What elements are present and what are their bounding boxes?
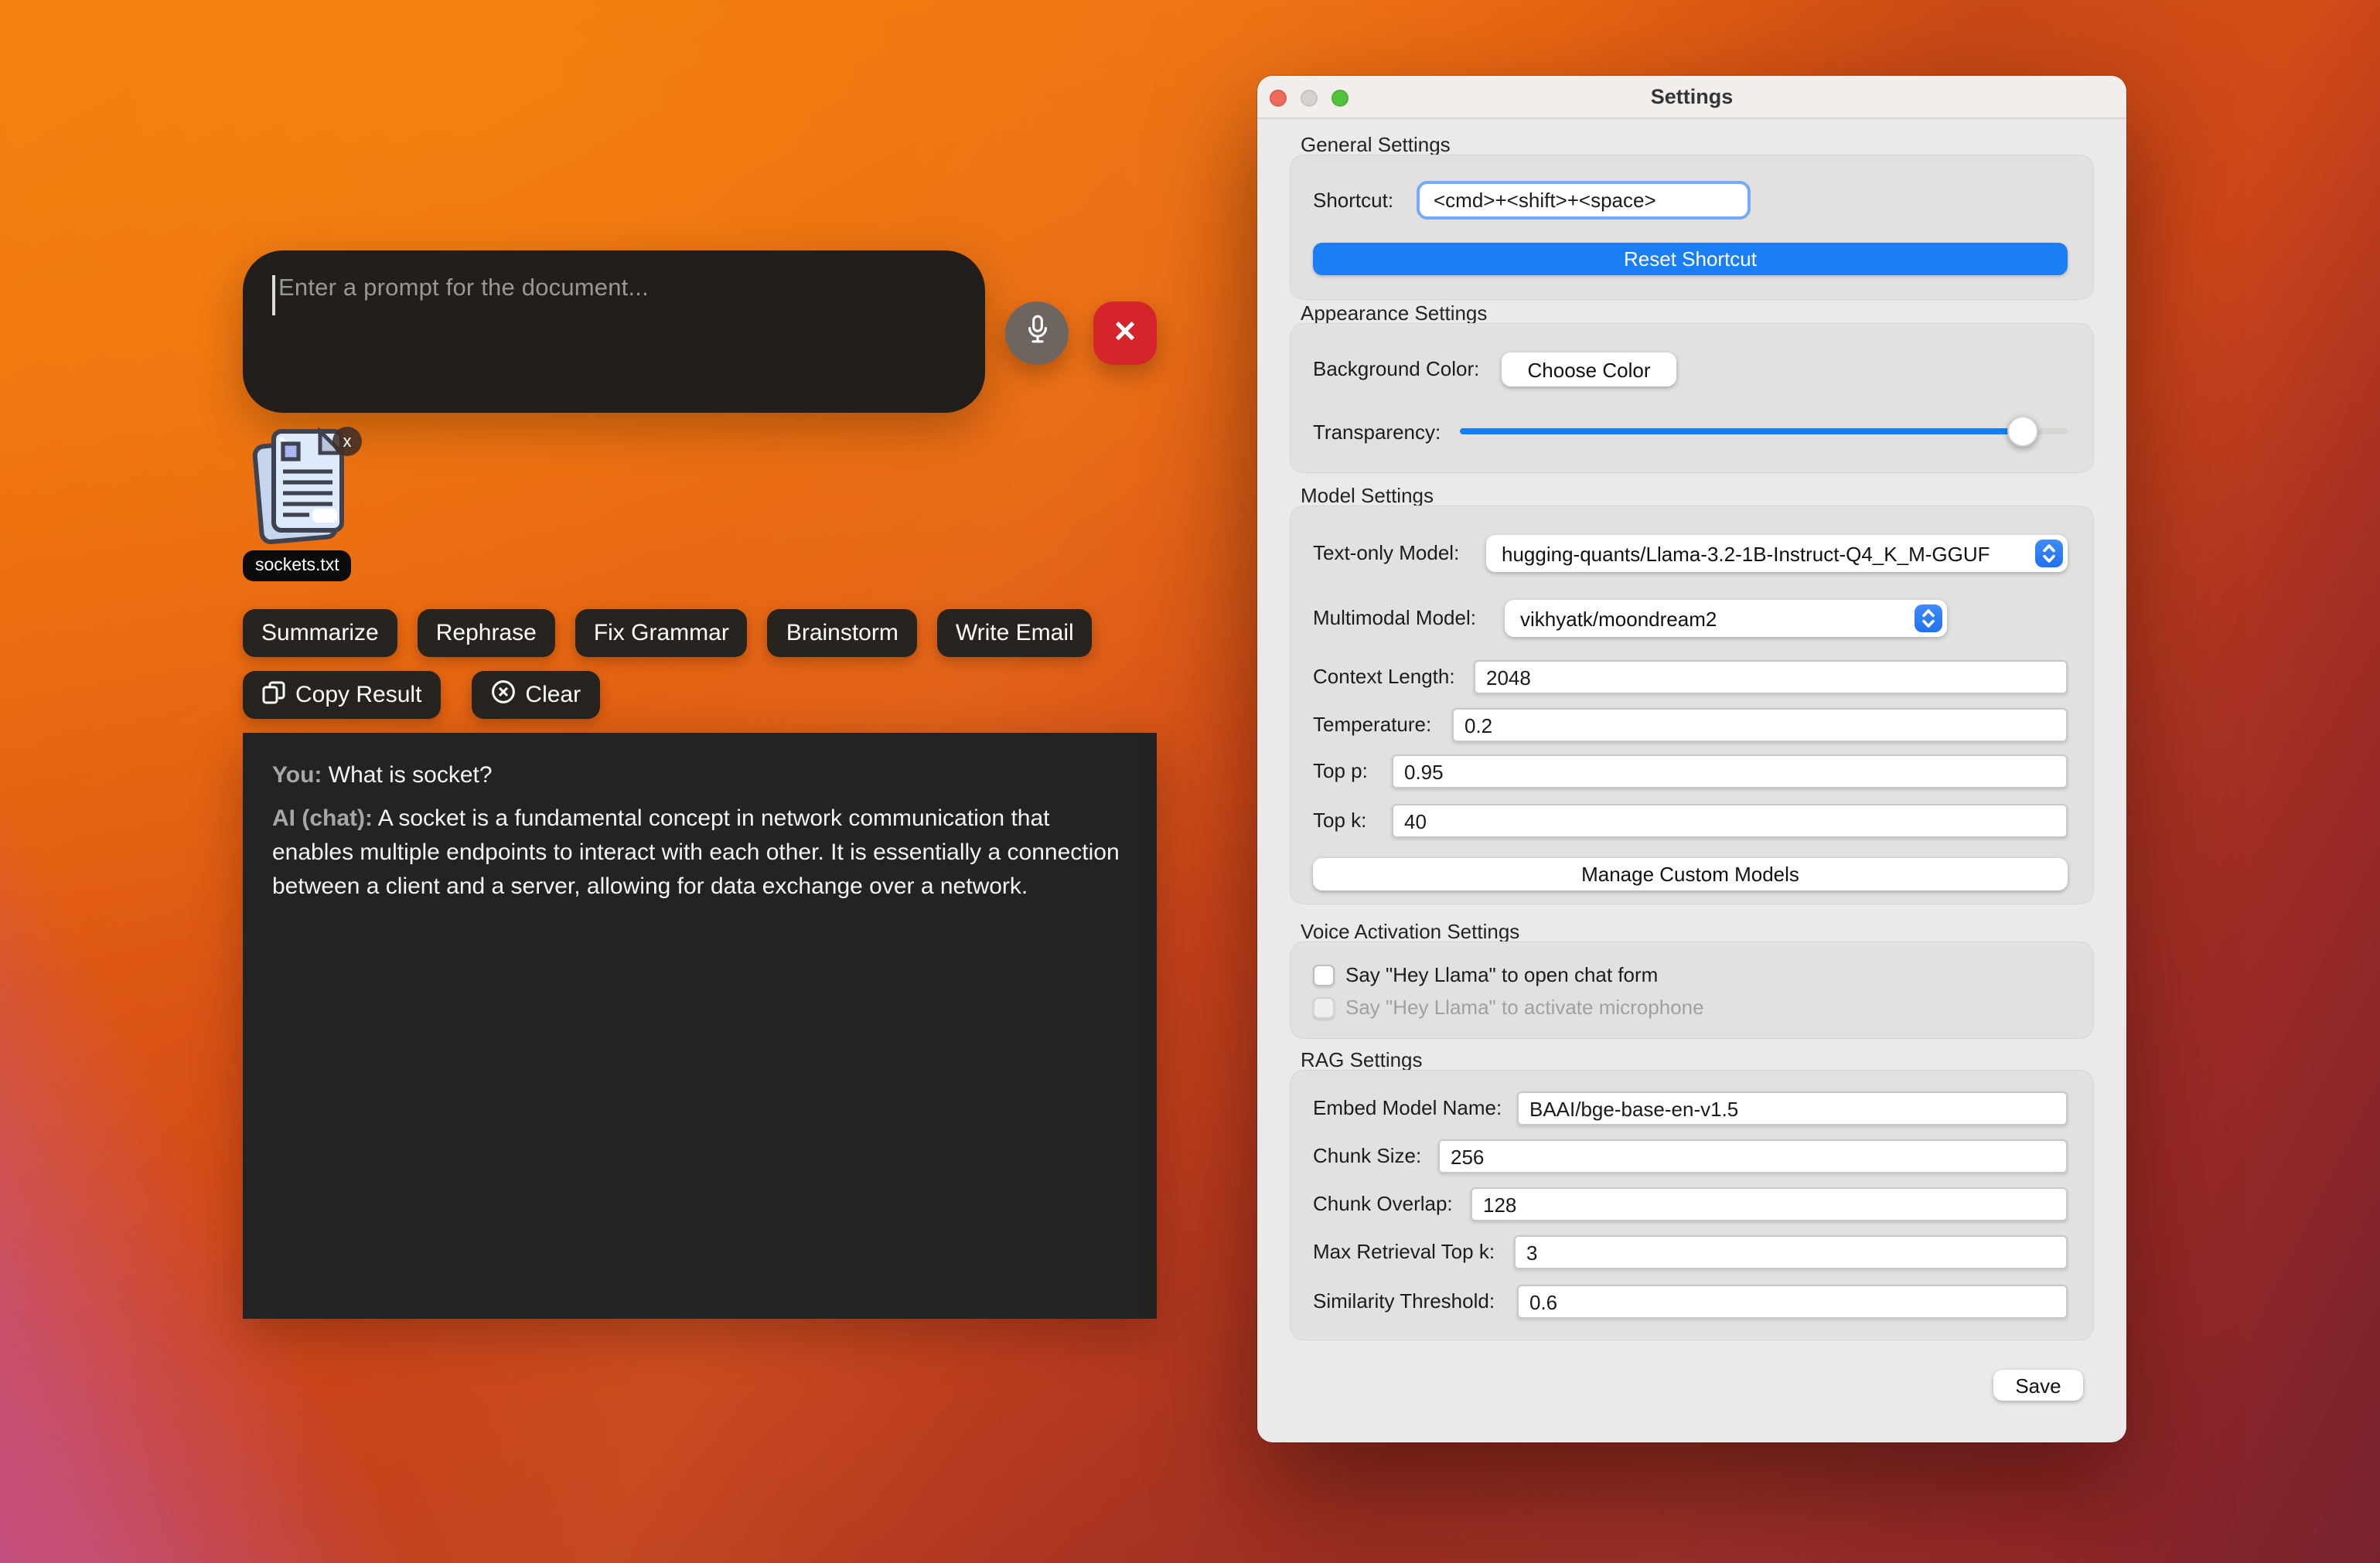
- activate-mic-checkbox[interactable]: [1313, 997, 1335, 1019]
- write-email-button[interactable]: Write Email: [937, 609, 1093, 657]
- prompt-input[interactable]: Enter a prompt for the document...: [243, 250, 985, 413]
- general-settings-box: [1290, 155, 2094, 300]
- transparency-slider-knob[interactable]: [2007, 416, 2038, 447]
- microphone-button[interactable]: [1005, 301, 1069, 365]
- top-k-label: Top k:: [1313, 804, 1366, 838]
- text-caret: [272, 275, 274, 315]
- attachment-filename: sockets.txt: [243, 550, 352, 581]
- desktop: Enter a prompt for the document... ✕: [0, 0, 2380, 1563]
- general-settings-label: General Settings: [1301, 133, 1451, 156]
- reset-shortcut-button[interactable]: Reset Shortcut: [1313, 243, 2068, 275]
- appearance-settings-box: [1290, 323, 2094, 473]
- max-retrieval-field[interactable]: 3: [1514, 1235, 2068, 1269]
- fix-grammar-button[interactable]: Fix Grammar: [575, 609, 748, 657]
- remove-attachment-x: x: [343, 432, 352, 451]
- save-button[interactable]: Save: [1993, 1370, 2083, 1401]
- model-settings-label: Model Settings: [1301, 484, 1434, 507]
- microphone-icon: [1020, 312, 1054, 354]
- remove-attachment-button[interactable]: x: [332, 427, 362, 456]
- similarity-threshold-label: Similarity Threshold:: [1313, 1285, 1495, 1319]
- copy-result-button[interactable]: Copy Result: [243, 671, 440, 719]
- rag-settings-label: RAG Settings: [1301, 1048, 1423, 1071]
- text-model-label: Text-only Model:: [1313, 535, 1459, 572]
- transparency-slider-fill: [1460, 428, 2023, 434]
- transparency-label: Transparency:: [1313, 422, 1441, 444]
- similarity-threshold-field[interactable]: 0.6: [1517, 1285, 2068, 1319]
- activate-mic-checkbox-label: Say "Hey Llama" to activate microphone: [1345, 997, 1704, 1019]
- chat-ai-message: AI (chat): A socket is a fundamental con…: [272, 802, 1127, 904]
- close-assistant-button[interactable]: ✕: [1093, 301, 1157, 365]
- settings-window: Settings General Settings Shortcut: <cmd…: [1257, 76, 2126, 1442]
- result-button-row: Copy Result Clear: [243, 671, 599, 719]
- manage-custom-models-button[interactable]: Manage Custom Models: [1313, 858, 2068, 890]
- brainstorm-button[interactable]: Brainstorm: [768, 609, 917, 657]
- action-button-row: Summarize Rephrase Fix Grammar Brainstor…: [243, 609, 1093, 657]
- choose-color-button[interactable]: Choose Color: [1502, 352, 1676, 386]
- top-p-field[interactable]: 0.95: [1392, 754, 2068, 788]
- top-k-field[interactable]: 40: [1392, 804, 2068, 838]
- chunk-overlap-label: Chunk Overlap:: [1313, 1187, 1453, 1221]
- voice-activation-settings-label: Voice Activation Settings: [1301, 920, 1519, 943]
- embed-model-label: Embed Model Name:: [1313, 1091, 1502, 1125]
- open-chat-checkbox-label: Say "Hey Llama" to open chat form: [1345, 965, 1658, 986]
- top-p-label: Top p:: [1313, 754, 1368, 788]
- chat-transcript-panel: You: What is socket? AI (chat): A socket…: [243, 733, 1157, 1319]
- max-retrieval-label: Max Retrieval Top k:: [1313, 1235, 1495, 1269]
- dropdown-stepper-icon: [1915, 604, 1942, 632]
- chunk-size-field[interactable]: 256: [1438, 1139, 2068, 1173]
- context-length-field[interactable]: 2048: [1474, 660, 2068, 694]
- shortcut-label: Shortcut:: [1313, 182, 1393, 220]
- attachment-chip[interactable]: x sockets.txt: [247, 425, 371, 580]
- chunk-overlap-field[interactable]: 128: [1471, 1187, 2068, 1221]
- copy-icon: [261, 679, 286, 710]
- chunk-size-label: Chunk Size:: [1313, 1139, 1421, 1173]
- text-model-dropdown[interactable]: hugging-quants/Llama-3.2-1B-Instruct-Q4_…: [1486, 535, 2068, 572]
- summarize-button[interactable]: Summarize: [243, 609, 397, 657]
- appearance-settings-label: Appearance Settings: [1301, 301, 1487, 325]
- temperature-label: Temperature:: [1313, 708, 1431, 742]
- temperature-field[interactable]: 0.2: [1452, 708, 2068, 742]
- window-title: Settings: [1257, 85, 2126, 108]
- context-length-label: Context Length:: [1313, 660, 1455, 694]
- shortcut-field[interactable]: <cmd>+<shift>+<space>: [1417, 181, 1751, 220]
- chat-user-label: You:: [272, 762, 322, 788]
- close-icon: ✕: [1113, 318, 1137, 348]
- embed-model-field[interactable]: BAAI/bge-base-en-v1.5: [1517, 1091, 2068, 1125]
- clear-button[interactable]: Clear: [471, 671, 599, 719]
- clear-circle-x-icon: [489, 679, 516, 711]
- dropdown-stepper-icon: [2035, 540, 2063, 567]
- chat-ai-label: AI (chat):: [272, 805, 373, 832]
- rephrase-button[interactable]: Rephrase: [418, 609, 555, 657]
- chat-user-message: You: What is socket?: [272, 759, 1127, 793]
- settings-titlebar[interactable]: Settings: [1257, 76, 2126, 119]
- voice-activation-box: [1290, 942, 2094, 1039]
- multimodal-model-dropdown[interactable]: vikhyatk/moondream2: [1505, 600, 1947, 637]
- multimodal-model-label: Multimodal Model:: [1313, 600, 1476, 637]
- prompt-placeholder: Enter a prompt for the document...: [278, 275, 649, 303]
- open-chat-checkbox[interactable]: [1313, 965, 1335, 986]
- background-color-label: Background Color:: [1313, 352, 1479, 386]
